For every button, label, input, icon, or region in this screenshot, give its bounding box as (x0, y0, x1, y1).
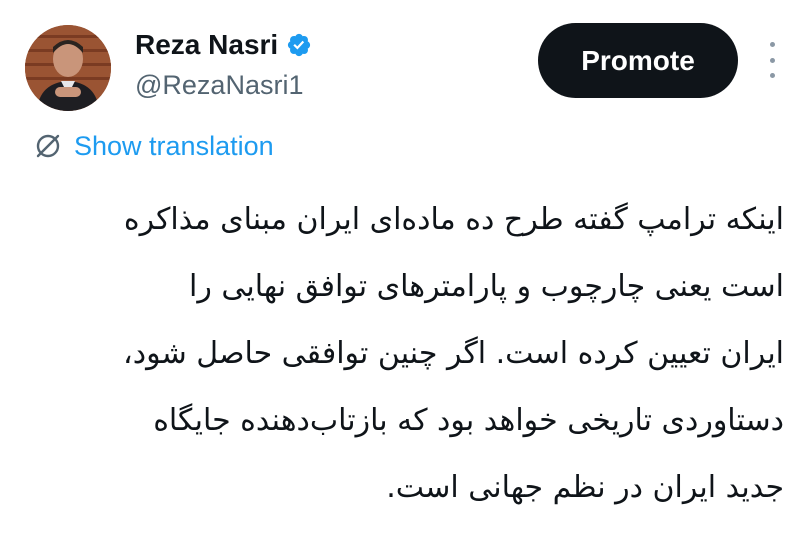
author-handle[interactable]: @RezaNasri1 (135, 68, 303, 102)
more-dot (769, 73, 775, 78)
show-translation-label: Show translation (74, 131, 274, 161)
display-name[interactable]: Reza Nasri (135, 28, 278, 62)
tweet-text: اینکه ترامپ گفته طرح ده ماده‌ای ایران مب… (30, 186, 784, 521)
globe-slash-icon (32, 130, 64, 162)
avatar[interactable] (25, 25, 111, 111)
tweet-line: جدید ایران در نظم جهانی است. (386, 470, 784, 505)
tweet-line: است یعنی چارچوب و پارامترهای توافق نهایی… (189, 269, 784, 304)
more-dot (769, 57, 775, 63)
more-dot (769, 42, 775, 47)
show-translation-link[interactable]: Show translation (32, 128, 274, 164)
verified-badge-icon[interactable] (286, 32, 312, 58)
promote-button[interactable]: Promote (538, 23, 738, 98)
tweet-line: ایران تعیین کرده است. اگر چنین توافقی حا… (123, 336, 784, 371)
profile-photo (25, 25, 111, 111)
author-name-row: Reza Nasri (135, 28, 312, 62)
tweet-line: اینکه ترامپ گفته طرح ده ماده‌ای ایران مب… (123, 202, 784, 237)
more-options-icon[interactable] (764, 42, 780, 78)
tweet-line: دستاوردی تاریخی خواهد بود که بازتاب‌دهند… (153, 403, 784, 438)
